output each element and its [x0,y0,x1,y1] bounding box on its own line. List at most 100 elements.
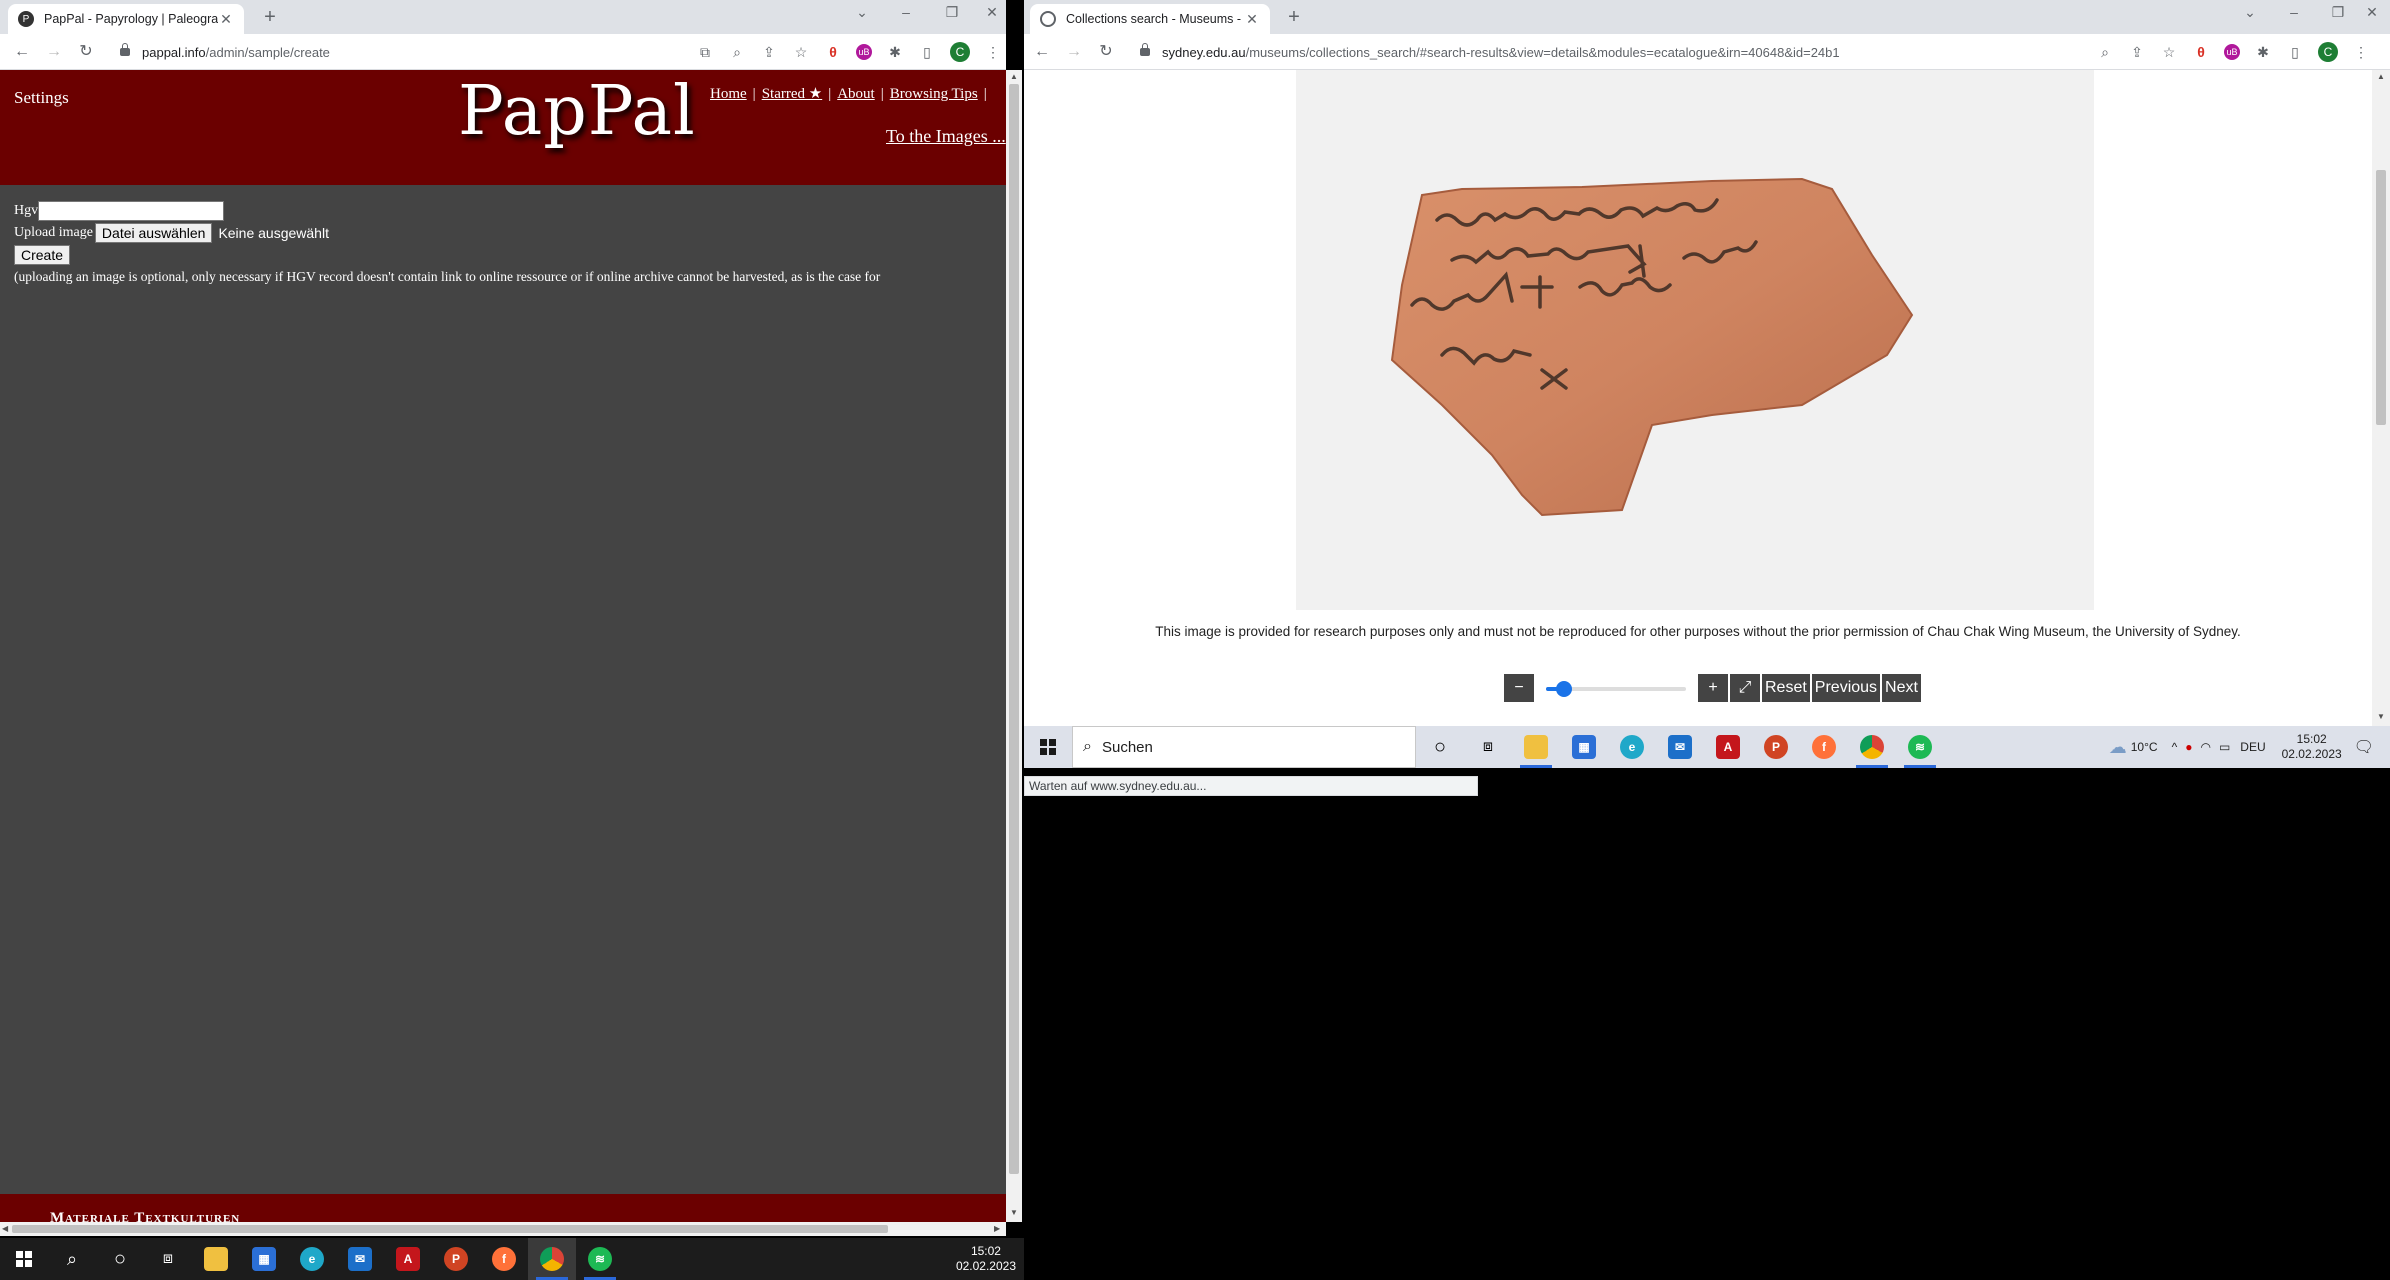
store-icon[interactable]: ▦ [240,1238,288,1280]
profile-avatar[interactable]: C [950,42,970,62]
acrobat-icon[interactable]: A [384,1238,432,1280]
nav-about[interactable]: About [837,86,875,102]
nav-starred[interactable]: Starred ★ [762,86,823,102]
spotify-icon[interactable]: ≋ [576,1238,624,1280]
tab-pappal[interactable]: P PapPal - Papyrology | Paleograph ✕ [8,4,244,34]
firefox-icon[interactable]: f [480,1238,528,1280]
extension-pink-icon[interactable]: uB [2224,44,2240,60]
side-panel-icon[interactable]: ▯ [918,43,936,61]
taskbar-search-box[interactable]: ⌕ Suchen [1072,726,1416,768]
back-icon[interactable]: ← [12,42,32,62]
tray-chevron-icon[interactable]: ^ [2172,740,2178,754]
mail-icon[interactable]: ✉ [1656,726,1704,768]
input-language[interactable]: DEU [2240,740,2265,754]
to-the-images-link[interactable]: To the Images ... [886,126,1006,147]
profile-avatar[interactable]: C [2318,42,2338,62]
task-view-icon[interactable]: ⧈ [144,1238,192,1280]
nav-browsing-tips[interactable]: Browsing Tips [890,86,978,102]
bookmark-star-icon[interactable]: ☆ [2160,43,2178,61]
bookmark-star-icon[interactable]: ☆ [792,43,810,61]
extension-pink-icon[interactable]: uB [856,44,872,60]
file-explorer-icon[interactable] [1512,726,1560,768]
start-button[interactable] [0,1238,48,1280]
search-icon[interactable]: ⌕ [48,1238,96,1280]
settings-link[interactable]: Settings [14,88,69,108]
file-explorer-icon[interactable] [192,1238,240,1280]
start-button[interactable] [1024,726,1072,768]
zoom-slider[interactable] [1546,674,1686,702]
close-icon[interactable]: ✕ [218,11,234,28]
powerpoint-icon[interactable]: P [1752,726,1800,768]
object-image-viewer[interactable] [1296,70,2094,610]
previous-button[interactable]: Previous [1811,674,1881,702]
share-icon[interactable]: ⇪ [760,43,778,61]
zoom-icon[interactable]: ⌕ [728,43,746,61]
extension-red-icon[interactable]: θ [824,43,842,61]
menu-dots-icon[interactable]: ⋮ [984,43,1002,61]
zoom-in-button[interactable]: + [1698,674,1728,702]
next-button[interactable]: Next [1882,674,1921,702]
spotify-icon[interactable]: ≋ [1896,726,1944,768]
restore-icon[interactable]: ❐ [932,4,972,21]
weather-temperature[interactable]: 10°C [2131,740,2158,754]
cortana-icon[interactable]: ○ [96,1238,144,1280]
image-viewer-controls: − + ⤢ Reset Previous Next [1504,674,1921,702]
notification-icon[interactable]: 🗨 [2354,737,2374,757]
extensions-puzzle-icon[interactable]: ✱ [2254,43,2272,61]
reload-icon[interactable]: ↻ [1096,42,1116,62]
new-tab-button[interactable]: + [258,6,282,29]
choose-file-button[interactable]: Datei auswählen [94,223,213,243]
firefox-icon[interactable]: f [1800,726,1848,768]
zoom-out-button[interactable]: − [1504,674,1534,702]
chrome-icon[interactable] [1848,726,1896,768]
close-window-icon[interactable]: ✕ [2358,4,2386,21]
taskbar-clock[interactable]: 15:02 02.02.2023 [2282,732,2342,762]
right-vertical-scrollbar[interactable]: ▲ ▼ [2372,70,2390,726]
back-icon[interactable]: ← [1032,42,1052,62]
forward-icon[interactable]: → [44,42,64,62]
minimize-icon[interactable]: – [2274,4,2314,20]
fullscreen-icon[interactable]: ⤢ [1730,674,1760,702]
menu-dots-icon[interactable]: ⋮ [2352,43,2370,61]
network-warning-icon[interactable]: ● [2185,740,2192,754]
wifi-icon[interactable]: ◠ [2200,740,2210,754]
minimize-icon[interactable]: – [886,4,926,20]
address-bar[interactable]: pappal.info/admin/sample/create [120,39,680,65]
zoom-icon[interactable]: ⌕ [2096,43,2114,61]
reset-button[interactable]: Reset [1762,674,1810,702]
nav-home[interactable]: Home [710,86,747,102]
extension-red-icon[interactable]: θ [2192,43,2210,61]
tab-search-icon[interactable]: ⌄ [2230,4,2270,21]
tab-search-icon[interactable]: ⌄ [842,4,882,21]
share-icon[interactable]: ⇪ [2128,43,2146,61]
pappal-logo[interactable]: PapPal [458,72,696,151]
reload-icon[interactable]: ↻ [76,42,96,62]
cortana-icon[interactable]: ○ [1416,726,1464,768]
left-vertical-scrollbar[interactable]: ▲ ▼ [1006,70,1022,1222]
tab-collections-search[interactable]: Collections search - Museums - T ✕ [1030,4,1270,34]
acrobat-icon[interactable]: A [1704,726,1752,768]
translate-icon[interactable]: ⧉ [696,43,714,61]
edge-icon[interactable]: e [1608,726,1656,768]
close-icon[interactable]: ✕ [1244,11,1260,28]
battery-icon[interactable]: ▭ [2219,740,2230,754]
store-icon[interactable]: ▦ [1560,726,1608,768]
mail-icon[interactable]: ✉ [336,1238,384,1280]
edge-icon[interactable]: e [288,1238,336,1280]
chrome-icon[interactable] [528,1238,576,1280]
pappal-favicon-icon: P [18,11,34,27]
task-view-icon[interactable]: ⧈ [1464,726,1512,768]
create-button[interactable]: Create [14,245,71,265]
powerpoint-icon[interactable]: P [432,1238,480,1280]
close-window-icon[interactable]: ✕ [980,4,1004,21]
forward-icon[interactable]: → [1064,42,1084,62]
horizontal-scrollbar[interactable]: ◀ ▶ [0,1222,1006,1236]
new-tab-button[interactable]: + [1282,6,1306,29]
address-bar[interactable]: sydney.edu.au/museums/collections_search… [1140,39,2060,65]
right-toolbar: ← → ↻ sydney.edu.au/museums/collections_… [1024,34,2390,70]
extensions-puzzle-icon[interactable]: ✱ [886,43,904,61]
taskbar-clock[interactable]: 15:02 02.02.2023 [956,1244,1016,1274]
restore-icon[interactable]: ❐ [2318,4,2358,21]
hgv-input[interactable] [38,201,225,221]
side-panel-icon[interactable]: ▯ [2286,43,2304,61]
